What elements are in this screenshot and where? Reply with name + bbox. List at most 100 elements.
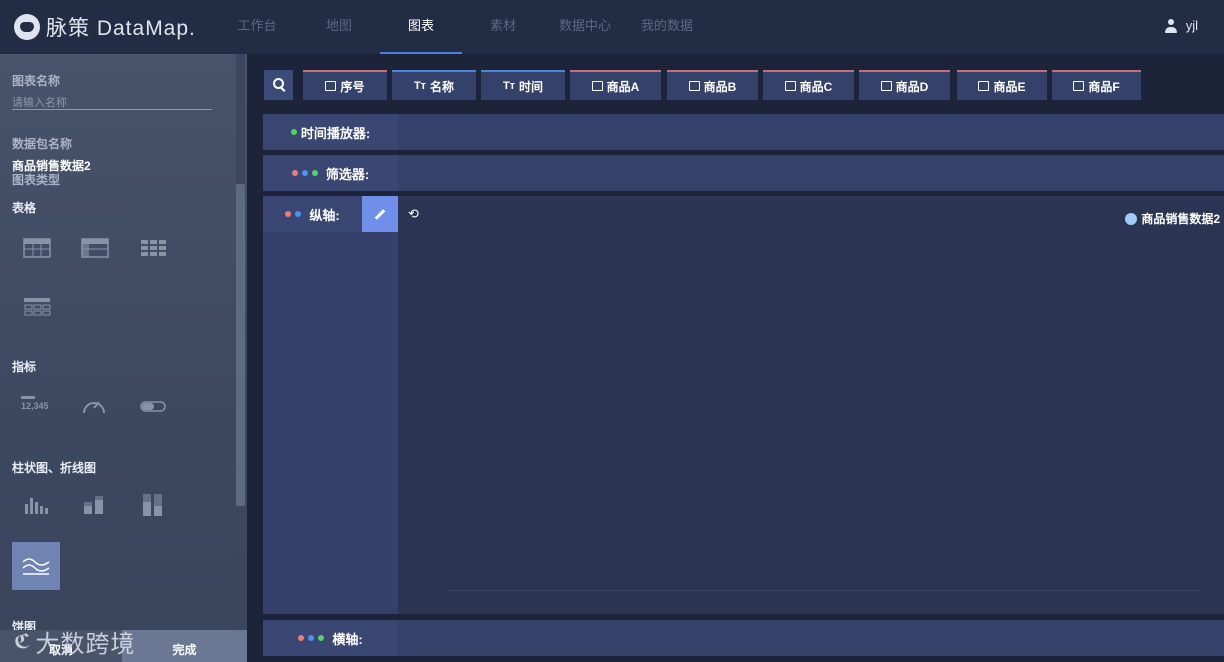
package-label: 数据包名称: [12, 137, 73, 151]
nav-chart[interactable]: 图表: [380, 0, 462, 54]
edit-pencil-icon[interactable]: [362, 196, 398, 232]
indicator-number-bar: [21, 396, 35, 399]
wave-line-icon: [22, 558, 50, 575]
stacked-bar-icon[interactable]: [80, 494, 108, 516]
logo-text: 脉策 DataMap.: [46, 17, 196, 40]
legend-label: 商品销售数据2: [1141, 212, 1220, 226]
watermark: ℭ 大数跨境: [14, 624, 135, 659]
chart-canvas: ⟲ 商品销售数据2: [398, 196, 1224, 614]
time-player-label: 时间播放器:: [263, 114, 398, 150]
number-field-icon: [591, 81, 603, 91]
chart-name-label: 图表名称: [12, 74, 61, 88]
number-field-icon: [880, 81, 892, 91]
field-label: 商品A: [606, 79, 640, 94]
top-bar: 脉策 DataMap. 工作台 地图 图表 素材 数据中心 我的数据 yjl: [0, 0, 1224, 54]
watermark-text: 大数跨境: [35, 631, 136, 658]
green-dot-icon: [311, 170, 318, 176]
sidebar-scrollbar[interactable]: [236, 184, 245, 506]
legend-swatch-icon: [1125, 212, 1138, 225]
field-label: 商品D: [895, 79, 929, 94]
app-logo[interactable]: 脉策 DataMap.: [14, 12, 196, 42]
blue-dot-icon: [308, 635, 315, 641]
user-name: yjl: [1185, 18, 1198, 33]
main-nav: 工作台 地图 图表 素材 数据中心 我的数据: [216, 0, 708, 54]
section-bar-line: 柱状图、折线图: [12, 461, 97, 475]
number-field-icon: [978, 81, 990, 91]
x-axis-line: [448, 590, 1200, 591]
field-label: 商品F: [1088, 79, 1120, 94]
logo-mark-icon: [14, 14, 40, 40]
number-field-icon: [784, 81, 796, 91]
text-field-icon: Tт: [502, 80, 516, 92]
nav-my-data[interactable]: 我的数据: [626, 0, 708, 54]
user-icon: [1164, 18, 1178, 33]
nav-workbench[interactable]: 工作台: [216, 0, 298, 54]
nav-material[interactable]: 素材: [462, 0, 544, 54]
field-chip-product-f[interactable]: 商品F: [1052, 70, 1141, 100]
chart-name-input[interactable]: 请输入名称: [12, 94, 212, 110]
done-button[interactable]: 完成: [122, 630, 247, 662]
chart-type-label: 图表类型: [12, 173, 61, 187]
area-chart-option-selected[interactable]: [12, 542, 60, 590]
haxis-text: 横轴:: [332, 631, 363, 647]
vaxis-label: 纵轴:: [263, 196, 362, 232]
green-dot-icon: [290, 129, 297, 135]
nav-data-center[interactable]: 数据中心: [544, 0, 626, 54]
filter-text: 筛选器:: [325, 166, 370, 182]
field-label: 时间: [519, 79, 544, 94]
table-basic-icon[interactable]: [23, 237, 51, 259]
filter-dropzone[interactable]: [398, 155, 1224, 191]
time-player-row[interactable]: 时间播放器:: [263, 114, 1224, 150]
red-dot-icon: [291, 170, 298, 176]
time-player-text: 时间播放器:: [300, 125, 371, 141]
field-chip-product-b[interactable]: 商品B: [667, 70, 758, 100]
red-dot-icon: [298, 635, 305, 641]
table-header-icon[interactable]: [81, 237, 109, 259]
number-field-icon: [1073, 81, 1085, 91]
red-dot-icon: [285, 211, 292, 217]
blue-dot-icon: [295, 211, 302, 217]
chart-editor-main: 序号 Tт 名称 Tт 时间 商品A 商品B 商品C 商品D 商品E 商品F 时间播…: [247, 54, 1224, 662]
field-label: 序号: [340, 79, 365, 94]
haxis-row[interactable]: 横轴:: [263, 620, 1224, 656]
field-chip-time[interactable]: Tт 时间: [481, 70, 565, 100]
field-label: 商品C: [799, 79, 833, 94]
time-player-dropzone[interactable]: [398, 114, 1224, 150]
progress-indicator-icon[interactable]: [139, 396, 167, 418]
table-pivot-icon[interactable]: [23, 295, 51, 317]
indicator-number-sample: 12,345: [21, 401, 49, 411]
search-icon[interactable]: [264, 70, 293, 100]
filter-label: 筛选器:: [263, 155, 398, 191]
filter-row[interactable]: 筛选器:: [263, 155, 1224, 191]
field-chip-name[interactable]: Tт 名称: [392, 70, 476, 100]
green-dot-icon: [318, 635, 325, 641]
user-menu[interactable]: yjl: [1164, 18, 1198, 33]
field-chip-product-c[interactable]: 商品C: [763, 70, 854, 100]
gauge-icon[interactable]: [80, 394, 108, 416]
field-chip-index[interactable]: 序号: [303, 70, 387, 100]
section-table: 表格: [12, 201, 37, 215]
chart-legend[interactable]: 商品销售数据2: [1125, 210, 1220, 227]
chart-config-sidebar: 图表名称 请输入名称 数据包名称 商品销售数据2 图表类型 表格 指标 12,3…: [0, 54, 247, 662]
watermark-logo-icon: ℭ: [14, 631, 32, 653]
field-chip-product-d[interactable]: 商品D: [859, 70, 950, 100]
field-label: 商品B: [703, 79, 737, 94]
table-grid-icon[interactable]: [139, 237, 167, 259]
indicator-number-icon[interactable]: 12,345: [21, 396, 55, 418]
bar-chart-icon[interactable]: [22, 494, 50, 516]
field-chip-product-e[interactable]: 商品E: [957, 70, 1047, 100]
section-indicator: 指标: [12, 360, 37, 374]
nav-map[interactable]: 地图: [298, 0, 380, 54]
blue-dot-icon: [301, 170, 308, 176]
field-chip-product-a[interactable]: 商品A: [570, 70, 661, 100]
haxis-label: 横轴:: [263, 620, 398, 656]
text-field-icon: Tт: [413, 80, 427, 92]
refresh-icon[interactable]: ⟲: [408, 206, 419, 222]
field-label: 名称: [430, 79, 455, 94]
vaxis-dropzone[interactable]: [263, 232, 398, 614]
vaxis-text: 纵轴:: [309, 207, 340, 223]
percent-bar-icon[interactable]: [139, 492, 167, 518]
number-field-icon: [325, 81, 337, 91]
number-field-icon: [688, 81, 700, 91]
field-label: 商品E: [993, 79, 1026, 94]
